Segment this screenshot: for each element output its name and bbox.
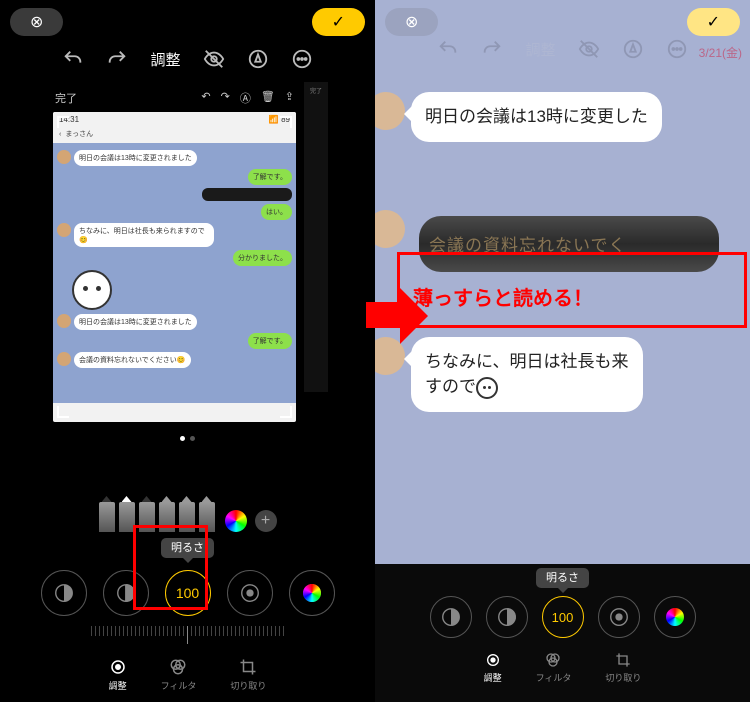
visibility-icon[interactable]	[578, 38, 600, 60]
redo-button[interactable]	[106, 48, 128, 70]
annotation-caption: 薄っすらと読める！	[413, 282, 750, 311]
avatar	[375, 210, 405, 248]
inner-markup-icon: Ⓐ	[240, 90, 251, 106]
eraser-tool[interactable]	[159, 502, 175, 532]
adjust-exposure[interactable]	[430, 596, 472, 638]
markup-icon[interactable]	[622, 38, 644, 60]
adjust-contrast[interactable]	[103, 570, 149, 616]
avatar	[375, 92, 405, 130]
date-label: 3/21(金)	[699, 44, 742, 61]
tab-adjust[interactable]: 調整	[109, 658, 127, 692]
adjust-brightness[interactable]: 100	[165, 570, 211, 616]
visibility-icon[interactable]	[203, 48, 225, 70]
redacted-visible-bubble: 会議の資料忘れないでく	[419, 216, 719, 272]
check-icon: ✓	[707, 12, 720, 32]
adjust-saturation[interactable]	[289, 570, 335, 616]
toolbar-title: 調整	[525, 39, 555, 60]
chat-bubble: 了解です。	[248, 169, 292, 185]
check-icon: ✓	[332, 12, 345, 32]
adjust-saturation[interactable]	[654, 596, 696, 638]
adjust-tooltip: 明るさ	[536, 568, 589, 588]
status-time: 14:31	[59, 115, 79, 124]
toolbar-title: 調整	[150, 49, 180, 70]
inner-share-icon: ⇪	[285, 90, 294, 106]
adjust-slider[interactable]	[20, 622, 355, 648]
inner-trash-icon: 🗑	[261, 90, 275, 106]
more-button[interactable]	[666, 38, 688, 60]
chat-bubble: 明日の会議は13時に変更されました	[74, 314, 197, 330]
undo-button[interactable]	[437, 38, 459, 60]
markup-icon[interactable]	[247, 48, 269, 70]
tab-filter[interactable]: フィルタ	[536, 652, 572, 684]
undo-button[interactable]	[62, 48, 84, 70]
annotation-arrow	[366, 280, 426, 350]
pencil-tool[interactable]	[139, 502, 155, 532]
adjust-highlights[interactable]	[598, 596, 640, 638]
tab-crop[interactable]: 切り取り	[605, 652, 641, 684]
chat-bubble: はい。	[261, 204, 292, 220]
chat-bubble: ちなみに、明日は社長も来られますので😊	[74, 223, 214, 247]
page-dots	[180, 436, 195, 441]
close-icon: ⊗	[405, 12, 418, 32]
inner-undo-icon: ↶	[201, 90, 210, 106]
close-icon: ⊗	[30, 12, 43, 32]
confirm-button[interactable]: ✓	[312, 8, 365, 36]
redo-button[interactable]	[481, 38, 503, 60]
pen-tool[interactable]	[99, 502, 115, 532]
adjust-highlights[interactable]	[227, 570, 273, 616]
status-battery: 📶 89	[269, 115, 290, 124]
chat-name: まっさん	[65, 129, 93, 139]
cancel-button[interactable]: ⊗	[10, 8, 63, 36]
second-screenshot-thumb[interactable]: 完了	[304, 82, 328, 392]
brightness-value: 100	[176, 585, 199, 601]
chat-bubble: 了解です。	[248, 333, 292, 349]
ruler-tool[interactable]	[199, 502, 215, 532]
inner-done-button[interactable]: 完了	[55, 90, 77, 106]
confirm-button[interactable]: ✓	[687, 8, 740, 36]
chat-bubble: 明日の会議は13時に変更した	[411, 92, 662, 142]
back-icon: ‹	[59, 131, 61, 138]
tab-filter[interactable]: フィルタ	[161, 658, 197, 692]
cancel-button[interactable]: ⊗	[385, 8, 438, 36]
emoji-icon	[476, 377, 498, 399]
chat-bubble: ちなみに、明日は社長も来すので	[411, 337, 643, 412]
tab-crop[interactable]: 切り取り	[230, 658, 266, 692]
screenshot-preview[interactable]: 完了 ↶ ↷ Ⓐ 🗑 ⇪ 14:31 📶 89 ‹ まっさん 明日の会議は13時に変…	[47, 82, 302, 428]
chat-bubble: 会議の資料忘れないでください😊	[74, 352, 191, 368]
adjust-exposure[interactable]	[41, 570, 87, 616]
markup-tools: +	[0, 504, 375, 538]
adjust-tooltip: 明るさ	[161, 538, 214, 558]
adjust-contrast[interactable]	[486, 596, 528, 638]
adjust-brightness[interactable]: 100	[542, 596, 584, 638]
redacted-bubble	[202, 188, 292, 201]
sticker-icon	[72, 270, 112, 310]
lasso-tool[interactable]	[179, 502, 195, 532]
chat-bubble: 明日の会議は13時に変更されました	[74, 150, 197, 166]
add-tool-button[interactable]: +	[255, 510, 277, 532]
brightness-value: 100	[552, 610, 574, 625]
inner-redo-icon: ↷	[221, 90, 230, 106]
chat-bubble: 分かりました。	[233, 250, 292, 266]
tab-adjust[interactable]: 調整	[484, 652, 502, 684]
more-button[interactable]	[291, 48, 313, 70]
color-picker[interactable]	[225, 510, 247, 532]
marker-tool[interactable]	[119, 502, 135, 532]
